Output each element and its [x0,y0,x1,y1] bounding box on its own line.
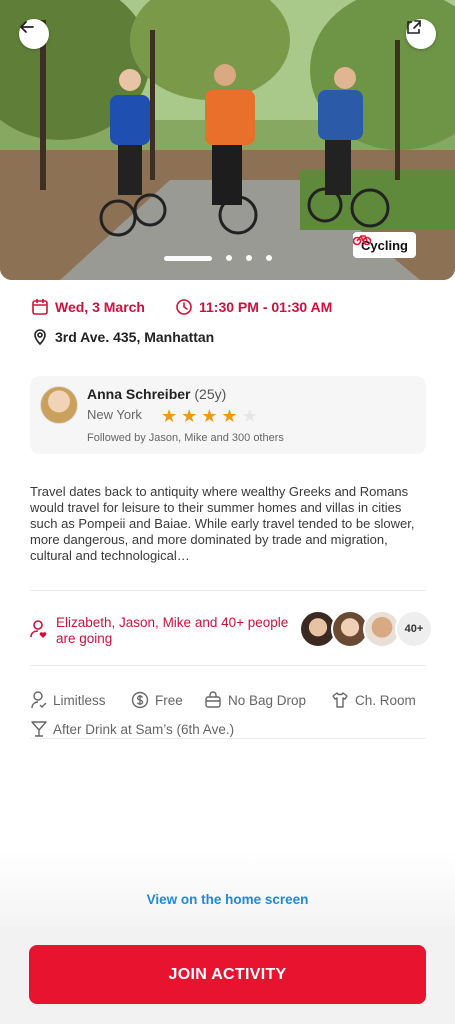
cocktail-icon [31,721,47,737]
star-icon: ★ [221,406,238,426]
star-icon: ★ [181,406,198,426]
event-date-text: Wed, 3 March [55,299,145,315]
share-button[interactable] [406,19,436,49]
amenity-label: Free [155,692,183,708]
event-date: Wed, 3 March [31,298,145,316]
event-address: 3rd Ave. 435, Manhattan [55,329,215,345]
carousel-dot-active[interactable] [164,255,212,261]
divider [30,738,426,739]
carousel-dot[interactable] [266,255,272,261]
amenity-changing-room: Ch. Room [331,691,416,709]
join-activity-button[interactable]: JOIN ACTIVITY [29,945,426,1004]
event-time-text: 11:30 PM - 01:30 AM [199,299,333,315]
star-icon: ★ [161,406,178,426]
dollar-coin-icon [131,691,149,709]
attendees-text: Elizabeth, Jason, Mike and 40+ people ar… [56,615,289,646]
host-card[interactable]: Anna Schreiber (25y) New York ★ ★ ★ ★ ★ … [30,376,426,454]
attendee-more-count[interactable]: 40+ [395,610,433,648]
attendees-summary[interactable]: Elizabeth, Jason, Mike and 40+ people ar… [30,615,290,647]
bag-icon [205,691,221,708]
carousel-indicator[interactable] [164,255,272,261]
host-rating: ★ ★ ★ ★ ★ [161,407,258,425]
person-heart-icon [30,620,47,638]
person-check-icon [31,691,47,709]
back-button[interactable] [19,19,49,49]
host-age: (25y) [194,386,227,402]
amenity-label: Ch. Room [355,692,416,708]
host-name-text: Anna Schreiber [87,386,191,402]
host-followers: Followed by Jason, Mike and 300 others [87,432,284,444]
view-on-home-link[interactable]: View on the home screen [0,892,455,907]
arrow-left-icon [20,21,34,33]
event-time: 11:30 PM - 01:30 AM [175,298,332,316]
location-pin-icon [34,329,46,346]
host-city: New York [87,407,142,422]
calendar-icon [32,299,48,315]
star-icon: ★ [201,406,218,426]
amenity-limitless: Limitless [31,691,106,709]
amenity-label: No Bag Drop [228,692,307,708]
amenity-no-bag-drop: No Bag Drop [204,691,306,709]
divider [30,590,426,591]
carousel-dot[interactable] [226,255,232,261]
event-location[interactable]: 3rd Ave. 435, Manhattan [31,328,214,346]
shirt-icon [332,692,348,708]
hero-image[interactable]: Cycling [0,0,455,280]
share-icon [407,20,421,34]
bottom-fade [0,850,455,930]
amenity-label: After Drink at Sam’s (6th Ave.) [53,721,235,737]
attendee-avatars[interactable]: 40+ [299,610,433,648]
category-tag: Cycling [353,232,416,258]
star-empty-icon: ★ [241,406,258,426]
amenity-free: Free [131,691,183,709]
divider [30,665,426,666]
host-avatar[interactable] [40,386,78,424]
amenity-label: Limitless [53,692,106,708]
bicycle-icon [353,235,371,246]
clock-icon [176,299,192,315]
carousel-dot[interactable] [246,255,252,261]
amenity-after-drink: After Drink at Sam’s (6th Ave.) [31,720,234,738]
event-description: Travel dates back to antiquity where wea… [30,484,415,563]
host-name: Anna Schreiber (25y) [87,386,226,402]
